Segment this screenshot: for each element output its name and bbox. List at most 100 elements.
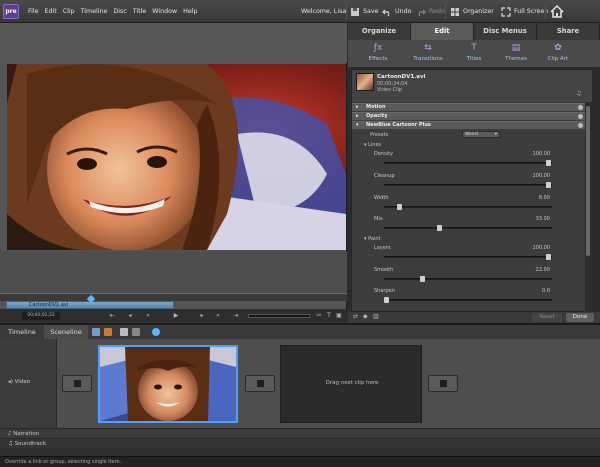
param-label: Density [374, 151, 394, 157]
home-icon[interactable] [549, 4, 565, 19]
add-text-icon[interactable]: T [325, 312, 333, 320]
toggle-effect-icon[interactable] [578, 105, 583, 110]
marker-icon[interactable] [152, 328, 160, 336]
section-motion[interactable]: ▸ Motion [352, 103, 585, 111]
subtab-effects[interactable]: ƒx Effects [360, 42, 396, 62]
tab-sceneline[interactable]: Sceneline [44, 325, 88, 340]
trash-icon[interactable]: ▥ [373, 313, 379, 320]
subtab-themes-label: Themes [505, 56, 527, 62]
param-value[interactable]: 100.00 [520, 173, 551, 179]
subtab-titles[interactable]: T Titles [456, 42, 492, 62]
go-to-start-icon[interactable]: ⇤ [108, 312, 116, 320]
transition-icon [74, 380, 81, 387]
slider-handle[interactable] [546, 254, 551, 260]
param-value[interactable]: 100.00 [520, 151, 551, 157]
menu-timeline[interactable]: Timeline [81, 8, 108, 15]
menu-clip[interactable]: Clip [63, 8, 75, 15]
shuttle-slider[interactable] [248, 314, 310, 318]
step-back-icon[interactable]: ◂ [126, 312, 134, 320]
narration-track[interactable]: ♪ Narration [0, 428, 600, 438]
freeze-frame-icon[interactable]: ▣ [335, 312, 343, 320]
drop-zone[interactable]: Drag next clip here [280, 345, 422, 423]
subtab-clip-art[interactable]: ✿ Clip Art [540, 42, 576, 62]
clip-name: CartoonDV1.avi [377, 74, 426, 80]
soundtrack-track[interactable]: ♫ Soundtrack [0, 438, 600, 448]
tab-timeline[interactable]: Timeline [0, 325, 44, 340]
menu-disc[interactable]: Disc [113, 8, 126, 15]
organizer-button[interactable]: Organizer [450, 5, 494, 18]
slider-handle[interactable] [397, 204, 402, 210]
play-icon[interactable]: ▶ [172, 312, 180, 320]
slider-handle[interactable] [384, 297, 389, 303]
param-slider[interactable] [384, 297, 552, 303]
menu-file[interactable]: File [28, 8, 39, 15]
audio-mixer-icon[interactable] [120, 328, 128, 336]
section-opacity[interactable]: ▸ Opacity [352, 112, 585, 120]
redo-label: Redo [429, 8, 445, 15]
fullscreen-button[interactable]: Full Screen [501, 5, 548, 18]
param-label: Cleanup [374, 173, 395, 179]
param-slider[interactable] [384, 276, 552, 282]
group-paint-label[interactable]: ▾ Paint [364, 236, 380, 242]
rewind-icon[interactable]: « [144, 312, 152, 320]
step-forward-icon[interactable]: ▸ [198, 312, 206, 320]
slider-handle[interactable] [546, 182, 551, 188]
tab-organize[interactable]: Organize [348, 23, 411, 40]
audio-icon[interactable]: ♫ [576, 90, 581, 97]
timecode-display[interactable]: 00;00;02;22 [22, 312, 60, 320]
param-slider[interactable] [384, 225, 552, 231]
scene-clip[interactable] [98, 345, 238, 423]
tab-disc-menus[interactable]: Disc Menus [474, 23, 537, 40]
menu-window[interactable]: Window [152, 8, 177, 15]
redo-button[interactable]: Redo [416, 5, 445, 18]
properties-scrollbar[interactable] [585, 102, 591, 312]
video-preview[interactable] [7, 64, 346, 250]
reset-button[interactable]: Reset [532, 313, 562, 322]
group-lines-label[interactable]: ▾ Lines [364, 142, 381, 148]
slider-handle[interactable] [437, 225, 442, 231]
param-slider[interactable] [384, 204, 552, 210]
scrollbar-thumb[interactable] [586, 106, 590, 256]
param-value[interactable]: 22.00 [520, 267, 550, 273]
menu-help[interactable]: Help [183, 8, 197, 15]
transition-slot[interactable] [428, 375, 458, 392]
section-cartoonr[interactable]: ▾ NewBlue Cartoonr Plus [352, 121, 585, 129]
param-value[interactable]: 100.00 [520, 245, 551, 251]
tab-edit[interactable]: Edit [411, 23, 474, 40]
subtab-transitions-label: Transitions [413, 56, 443, 62]
smart-mix-icon[interactable] [92, 328, 100, 336]
param-slider[interactable] [384, 160, 552, 166]
save-button[interactable]: Save [350, 5, 378, 18]
split-clip-icon[interactable]: ✂ [315, 312, 323, 320]
go-to-end-icon[interactable]: ⇥ [232, 312, 240, 320]
expand-arrow-icon: ▸ [356, 104, 359, 110]
param-label: Sharpen [374, 288, 395, 294]
volume-icon[interactable] [132, 328, 140, 336]
link-icon[interactable]: ⇄ [353, 313, 358, 320]
fullscreen-label: Full Screen [514, 8, 549, 15]
param-value[interactable]: 8.00 [520, 195, 550, 201]
transition-slot[interactable] [245, 375, 275, 392]
done-button[interactable]: Done [566, 313, 594, 322]
subtab-transitions[interactable]: ⇆ Transitions [410, 42, 446, 62]
slider-handle[interactable] [546, 160, 551, 166]
presets-dropdown[interactable]: Weird ▾ [462, 131, 500, 138]
param-value[interactable]: 0.0 [520, 288, 550, 294]
transition-slot[interactable] [62, 375, 92, 392]
toggle-effect-icon[interactable] [578, 123, 583, 128]
subtab-themes[interactable]: ▤ Themes [498, 42, 534, 62]
menu-title[interactable]: Title [133, 8, 147, 15]
toggle-effect-icon[interactable] [578, 114, 583, 119]
param-slider[interactable] [384, 182, 552, 188]
param-value[interactable]: 33.00 [520, 216, 550, 222]
param-slider[interactable] [384, 254, 552, 260]
keyframe-icon[interactable]: ◆ [363, 313, 368, 320]
task-tabs: Organize Edit Disc Menus Share [348, 23, 600, 40]
smart-trim-icon[interactable] [104, 328, 112, 336]
time-ruler[interactable] [0, 293, 347, 301]
fast-forward-icon[interactable]: » [214, 312, 222, 320]
tab-share[interactable]: Share [537, 23, 600, 40]
slider-handle[interactable] [420, 276, 425, 282]
undo-button[interactable]: Undo [382, 5, 411, 18]
menu-edit[interactable]: Edit [45, 8, 57, 15]
